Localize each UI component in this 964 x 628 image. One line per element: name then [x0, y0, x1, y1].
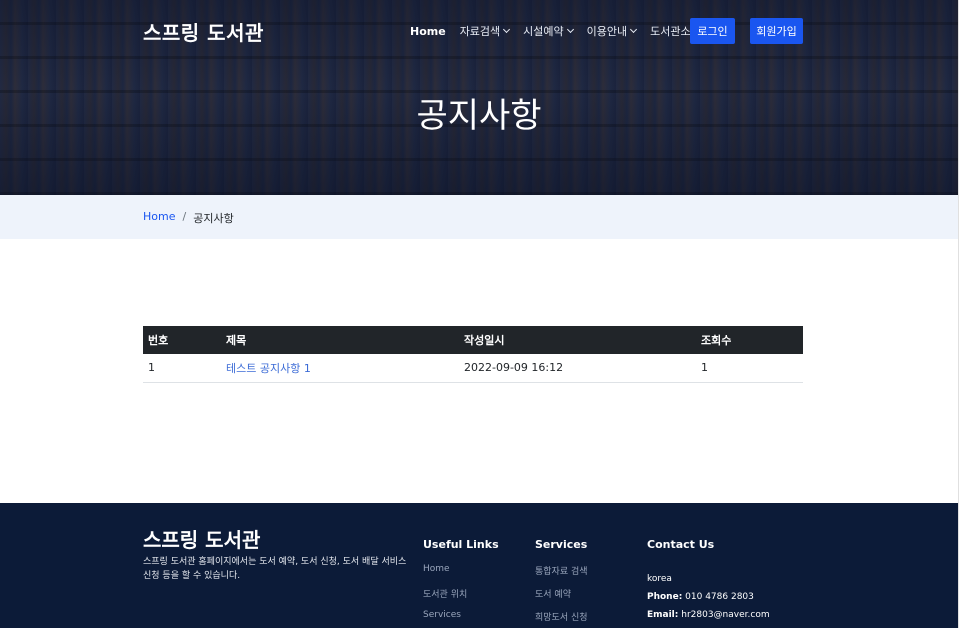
- breadcrumb-separator: /: [182, 210, 187, 223]
- breadcrumb-home-link[interactable]: Home: [143, 210, 175, 226]
- column-header-title: 제목: [226, 334, 247, 347]
- nav-item-guide[interactable]: 이용안내: [587, 23, 638, 39]
- footer-logo: 스프링 도서관: [143, 528, 261, 552]
- footer-link-services[interactable]: Services: [423, 610, 499, 623]
- page-title: 공지사항: [416, 96, 542, 136]
- footer-link-book-reservation[interactable]: 도서 예약: [535, 587, 588, 600]
- main-nav: Home 자료검색 시설예약 이용안내 도서관소식: [410, 18, 724, 44]
- notice-title-link[interactable]: 테스트 공지사항 1: [226, 362, 311, 375]
- row-views: 1: [701, 361, 708, 375]
- chevron-down-icon: [630, 25, 638, 34]
- column-header-date: 작성일시: [464, 334, 505, 347]
- footer-link-book-request[interactable]: 희망도서 신청: [535, 610, 588, 623]
- nav-item-facility[interactable]: 시설예약: [523, 23, 574, 39]
- breadcrumb: Home / 공지사항: [143, 210, 234, 226]
- site-logo[interactable]: 스프링 도서관: [143, 17, 264, 46]
- chevron-down-icon: [566, 25, 574, 34]
- footer-link-home[interactable]: Home: [423, 564, 499, 577]
- breadcrumb-bar: Home / 공지사항: [0, 195, 958, 239]
- footer-contact-title: Contact Us: [647, 538, 715, 551]
- footer-contact: Contact Us korea Phone: 010 4786 2803 Em…: [647, 538, 770, 628]
- nav-item-search[interactable]: 자료검색: [460, 23, 511, 39]
- hero-banner: 스프링 도서관 Home 자료검색 시설예약 이용안내 도서관소식 로그인 회원…: [0, 0, 958, 195]
- footer-services: Services 통합자료 검색 도서 예약 희망도서 신청: [535, 538, 588, 628]
- contact-email: Email: hr2803@naver.com: [647, 610, 770, 620]
- scrollbar-thumb[interactable]: [958, 0, 964, 628]
- breadcrumb-current: 공지사항: [193, 212, 234, 225]
- login-button[interactable]: 로그인: [690, 18, 735, 44]
- column-header-number: 번호: [148, 334, 169, 347]
- column-header-views: 조회수: [701, 334, 732, 347]
- contact-country: korea: [647, 574, 672, 584]
- row-date: 2022-09-09 16:12: [464, 361, 564, 375]
- site-footer: 스프링 도서관 스프링 도서관 홈페이지에서는 도서 예약, 도서 신청, 도서…: [0, 503, 958, 628]
- footer-useful-links-title: Useful Links: [423, 538, 499, 551]
- notice-table: 번호 제목 작성일시 조회수 1 테스트 공지사항 1 2022-09-09 1…: [143, 326, 803, 383]
- table-header: 번호 제목 작성일시 조회수: [143, 326, 803, 354]
- table-row: 1 테스트 공지사항 1 2022-09-09 16:12 1: [143, 354, 803, 382]
- contact-phone: Phone: 010 4786 2803: [647, 592, 754, 602]
- chevron-down-icon: [503, 25, 511, 34]
- footer-link-location[interactable]: 도서관 위치: [423, 587, 499, 600]
- signup-button[interactable]: 회원가입: [750, 18, 803, 44]
- footer-description: 스프링 도서관 홈페이지에서는 도서 예약, 도서 신청, 도서 배달 서비스 …: [143, 557, 407, 581]
- nav-item-home[interactable]: Home: [410, 25, 446, 38]
- footer-useful-links: Useful Links Home 도서관 위치 Services: [423, 538, 499, 628]
- row-number: 1: [148, 361, 155, 375]
- footer-link-integrated-search[interactable]: 통합자료 검색: [535, 564, 588, 577]
- footer-services-title: Services: [535, 538, 588, 551]
